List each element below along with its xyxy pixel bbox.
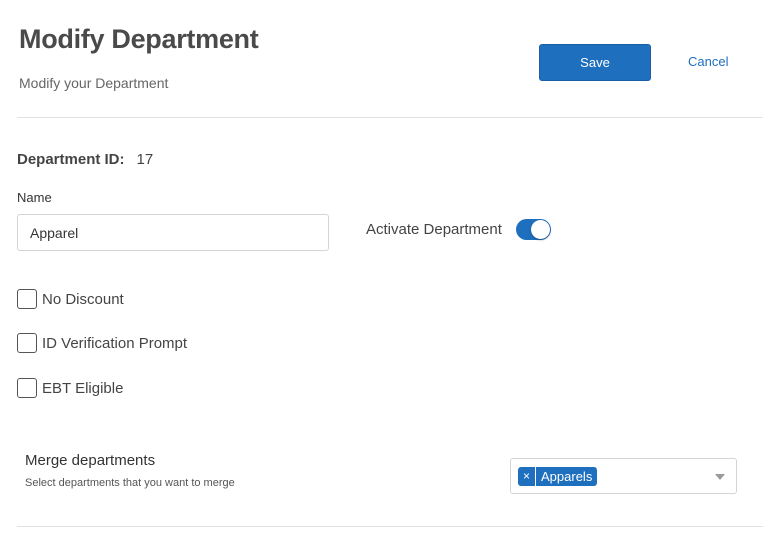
activate-department-toggle[interactable] [515,219,551,240]
cancel-button[interactable]: Cancel [688,54,728,69]
save-button[interactable]: Save [539,44,651,81]
checkbox-box[interactable] [17,333,37,353]
name-label: Name [17,190,52,205]
checkbox-label: ID Verification Prompt [42,334,188,352]
header-divider [17,117,763,118]
no-discount-checkbox[interactable]: No Discount [17,289,124,309]
checkbox-label: EBT Eligible [42,379,124,397]
id-verification-prompt-checkbox[interactable]: ID Verification Prompt [17,333,187,353]
department-id-value: 17 [136,151,154,168]
tag-label: Apparels [541,469,593,484]
page-title: Modify Department [19,24,259,54]
department-id-label: Department ID: [17,151,125,168]
selected-department-tag: × Apparels [518,467,598,486]
department-id: Department ID: 17 [17,151,153,168]
modify-department-page: Modify Department Modify your Department… [0,0,782,539]
toggle-knob [530,220,550,239]
ebt-eligible-checkbox[interactable]: EBT Eligible [17,378,123,398]
activate-department-label: Activate Department [366,221,502,238]
merge-departments-title: Merge departments [25,452,156,469]
checkbox-box[interactable] [17,378,37,398]
name-input[interactable] [17,214,329,251]
merge-departments-description: Select departments that you want to merg… [25,477,235,489]
footer-divider [17,526,763,527]
tag-remove-icon[interactable]: × [518,467,537,486]
page-subtitle: Modify your Department [19,75,169,91]
checkbox-box[interactable] [17,289,37,309]
merge-departments-select[interactable]: × Apparels [510,458,737,494]
activate-department-row: Activate Department [366,219,551,240]
chevron-down-icon[interactable] [715,474,725,480]
checkbox-label: No Discount [42,290,124,308]
